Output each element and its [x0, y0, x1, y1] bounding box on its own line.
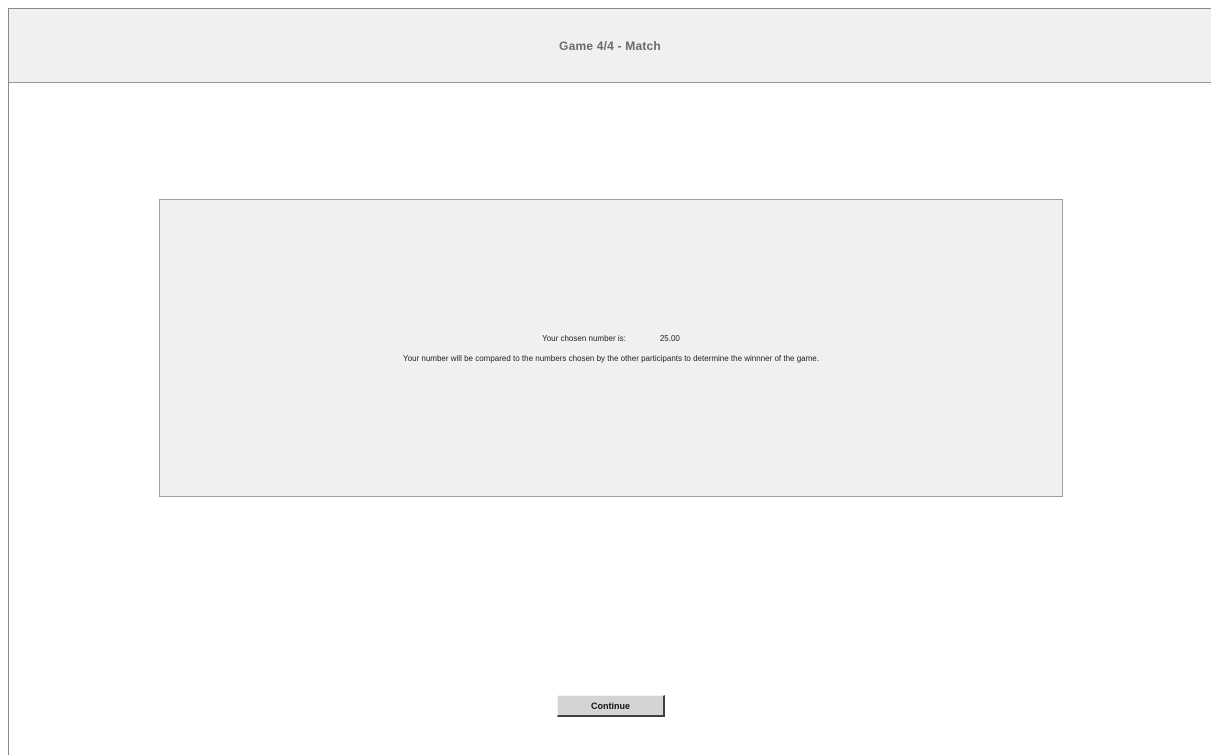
chosen-number-row: Your chosen number is: 25.00: [160, 334, 1062, 343]
page-title: Game 4/4 - Match: [559, 38, 661, 53]
chosen-number-value: 25.00: [659, 334, 680, 343]
experiment-window: Game 4/4 - Match Your chosen number is: …: [8, 8, 1211, 755]
result-panel: Your chosen number is: 25.00 Your number…: [159, 199, 1063, 497]
comparison-info-text: Your number will be compared to the numb…: [403, 354, 819, 363]
continue-button[interactable]: Continue: [557, 695, 665, 717]
header-bar: Game 4/4 - Match: [9, 9, 1211, 83]
chosen-number-label: Your chosen number is:: [542, 334, 626, 343]
